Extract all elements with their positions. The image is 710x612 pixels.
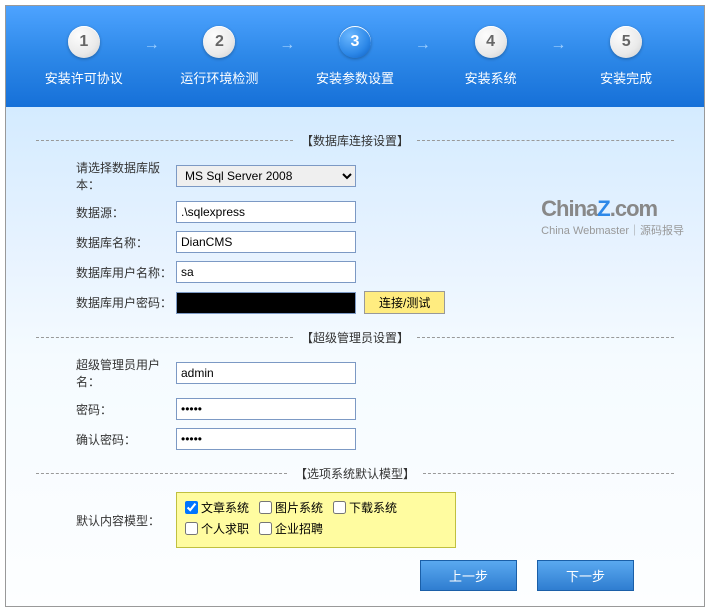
- model-checkbox[interactable]: [259, 501, 272, 514]
- model-option-recruit[interactable]: 企业招聘: [259, 520, 323, 537]
- row-admin-pwd2: 确认密码：: [36, 428, 674, 450]
- section-title-db: 【数据库连接设置】: [36, 132, 674, 149]
- db-name-input[interactable]: [176, 231, 356, 253]
- step-label: 运行环境检测: [180, 68, 258, 87]
- label-db-pwd: 数据库用户密码：: [36, 294, 176, 311]
- label-db-version: 请选择数据库版本：: [36, 159, 176, 193]
- section-label: 【选项系统默认模型】: [287, 465, 423, 482]
- label-admin-pwd2: 确认密码：: [36, 431, 176, 448]
- row-db-pwd: 数据库用户密码： 连接/测试: [36, 291, 674, 314]
- install-wizard: 1 安装许可协议 → 2 运行环境检测 → 3 安装参数设置 → 4 安装系统 …: [5, 5, 705, 607]
- model-option-image[interactable]: 图片系统: [259, 499, 323, 516]
- db-version-select[interactable]: MS Sql Server 2008: [176, 165, 356, 187]
- label-db-source: 数据源：: [36, 204, 176, 221]
- content-area: ChinaZ.com China Webmaster｜源码报导 【数据库连接设置…: [6, 107, 704, 606]
- label-db-user: 数据库用户名称：: [36, 264, 176, 281]
- admin-user-input[interactable]: [176, 362, 356, 384]
- model-checkbox[interactable]: [333, 501, 346, 514]
- prev-button[interactable]: 上一步: [420, 560, 517, 591]
- section-label: 【超级管理员设置】: [293, 329, 417, 346]
- row-db-name: 数据库名称：: [36, 231, 674, 253]
- row-model: 默认内容模型： 文章系统 图片系统 下载系: [36, 492, 674, 548]
- row-admin-user: 超级管理员用户名：: [36, 356, 674, 390]
- label-admin-user: 超级管理员用户名：: [36, 356, 176, 390]
- label-model: 默认内容模型：: [36, 512, 176, 529]
- row-db-version: 请选择数据库版本： MS Sql Server 2008: [36, 159, 674, 193]
- model-option-label: 图片系统: [275, 499, 323, 516]
- model-option-label: 个人求职: [201, 520, 249, 537]
- step-label: 安装许可协议: [45, 68, 123, 87]
- test-connection-button[interactable]: 连接/测试: [364, 291, 445, 314]
- step-label: 安装系统: [465, 68, 517, 87]
- model-checkbox-area: 文章系统 图片系统 下载系统 个人求职: [176, 492, 456, 548]
- db-pwd-input[interactable]: [176, 292, 356, 314]
- step-4: 4 安装系统 →: [423, 26, 559, 87]
- model-option-job[interactable]: 个人求职: [185, 520, 249, 537]
- section-title-admin: 【超级管理员设置】: [36, 329, 674, 346]
- step-1: 1 安装许可协议 →: [16, 26, 152, 87]
- step-label: 安装完成: [600, 68, 652, 87]
- step-circle-active: 3: [339, 26, 371, 58]
- step-circle: 1: [68, 26, 100, 58]
- step-circle: 4: [475, 26, 507, 58]
- row-db-user: 数据库用户名称：: [36, 261, 674, 283]
- model-option-article[interactable]: 文章系统: [185, 499, 249, 516]
- model-option-label: 下载系统: [349, 499, 397, 516]
- row-db-source: 数据源：: [36, 201, 674, 223]
- model-option-label: 文章系统: [201, 499, 249, 516]
- step-circle: 5: [610, 26, 642, 58]
- step-circle: 2: [203, 26, 235, 58]
- model-checkbox[interactable]: [185, 522, 198, 535]
- step-label: 安装参数设置: [316, 68, 394, 87]
- steps-bar: 1 安装许可协议 → 2 运行环境检测 → 3 安装参数设置 → 4 安装系统 …: [6, 6, 704, 107]
- label-db-name: 数据库名称：: [36, 234, 176, 251]
- db-user-input[interactable]: [176, 261, 356, 283]
- next-button[interactable]: 下一步: [537, 560, 634, 591]
- admin-pwd-input[interactable]: [176, 398, 356, 420]
- nav-buttons: 上一步 下一步: [36, 560, 634, 591]
- db-source-input[interactable]: [176, 201, 356, 223]
- admin-pwd2-input[interactable]: [176, 428, 356, 450]
- step-2: 2 运行环境检测 →: [152, 26, 288, 87]
- row-admin-pwd: 密码：: [36, 398, 674, 420]
- model-checkbox[interactable]: [259, 522, 272, 535]
- section-title-model: 【选项系统默认模型】: [36, 465, 674, 482]
- model-checkbox[interactable]: [185, 501, 198, 514]
- section-label: 【数据库连接设置】: [293, 132, 417, 149]
- step-3: 3 安装参数设置 →: [287, 26, 423, 87]
- step-5: 5 安装完成 →: [558, 26, 694, 87]
- model-option-label: 企业招聘: [275, 520, 323, 537]
- label-admin-pwd: 密码：: [36, 401, 176, 418]
- model-option-download[interactable]: 下载系统: [333, 499, 397, 516]
